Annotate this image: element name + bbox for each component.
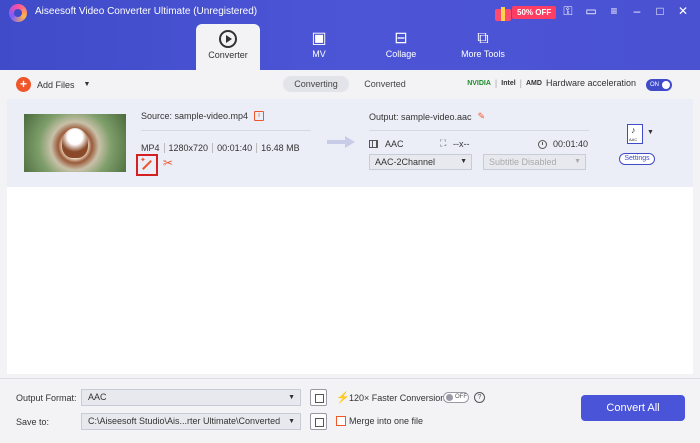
output-format-select[interactable]: AAC ▼ <box>81 389 301 406</box>
tab-more-tools[interactable]: ⧉ More Tools <box>442 24 524 70</box>
key-icon[interactable]: ⚿ <box>561 4 575 19</box>
main-nav: Converter ▣ MV ⊟ Collage ⧉ More Tools <box>196 24 524 70</box>
subtitle-value: Subtitle Disabled <box>489 157 557 167</box>
plus-icon: + <box>16 77 31 92</box>
toolbox-icon: ⧉ <box>477 30 489 47</box>
output-format-label: Output Format: <box>16 393 77 403</box>
tab-label: MV <box>312 49 326 59</box>
bottom-bar: Output Format: AAC ▼ ⚡ 120× Faster Conve… <box>0 378 700 443</box>
maximize-icon[interactable]: □ <box>653 4 667 19</box>
lightning-icon: ⚡ <box>336 392 350 404</box>
minimize-icon[interactable]: – <box>630 4 644 19</box>
faster-conversion-label: 120× Faster Conversion <box>349 393 446 403</box>
audio-track-value: AAC-2Channel <box>375 157 436 167</box>
add-files-label: Add Files <box>37 79 75 90</box>
output-format: AAC <box>385 139 404 149</box>
faster-conversion-toggle[interactable]: OFF <box>443 392 469 403</box>
scissors-icon[interactable]: ✂ <box>163 156 173 170</box>
source-format: MP4 <box>141 143 160 153</box>
collage-icon: ⊟ <box>394 30 408 47</box>
tab-collage[interactable]: ⊟ Collage <box>360 24 442 70</box>
save-to-select[interactable]: C:\Aiseesoft Studio\Ais...rter Ultimate\… <box>81 413 301 430</box>
source-size: 16.48 MB <box>256 143 304 153</box>
output-info: Output: sample-video.aac ✎ <box>369 111 485 122</box>
aac-file-icon[interactable] <box>627 124 643 144</box>
expand-icon: ⛶ <box>440 138 447 148</box>
tab-label: Converter <box>208 50 248 60</box>
app-logo <box>9 4 27 22</box>
file-list: Source: sample-video.mp4 i MP4 1280x720 … <box>7 99 693 374</box>
subtitle-select[interactable]: Subtitle Disabled ▼ <box>483 154 586 170</box>
tab-converting[interactable]: Converting <box>283 76 349 92</box>
chevron-down-icon[interactable]: ▼ <box>84 81 91 88</box>
source-resolution: 1280x720 <box>163 143 213 153</box>
merge-checkbox[interactable] <box>336 416 346 426</box>
tab-label: More Tools <box>461 49 505 59</box>
source-meta: MP4 1280x720 00:01:40 16.48 MB <box>141 143 304 153</box>
source-info: Source: sample-video.mp4 i <box>141 111 265 121</box>
title-bar: Aiseesoft Video Converter Ultimate (Unre… <box>0 0 700 70</box>
folder-icon[interactable] <box>310 413 327 430</box>
chevron-down-icon: ▼ <box>574 158 581 165</box>
output-format-value: AAC <box>88 392 107 402</box>
promo-banner[interactable]: 50% OFF <box>494 3 557 21</box>
settings-button[interactable]: Settings <box>619 153 655 165</box>
gift-icon <box>494 3 512 21</box>
output-filename: Output: sample-video.aac <box>369 111 472 122</box>
window-title: Aiseesoft Video Converter Ultimate (Unre… <box>35 6 258 17</box>
merge-label: Merge into one file <box>349 416 424 426</box>
hardware-acceleration: NVIDIA | Intel | AMD Hardware accelerati… <box>467 78 636 88</box>
video-thumbnail[interactable] <box>24 114 126 172</box>
save-to-label: Save to: <box>16 417 50 427</box>
list-item: Source: sample-video.mp4 i MP4 1280x720 … <box>7 99 693 187</box>
info-icon[interactable]: i <box>254 111 265 121</box>
chat-icon[interactable]: ▭ <box>584 4 598 19</box>
tab-label: Collage <box>385 49 417 59</box>
arrow-right-icon <box>327 136 357 148</box>
tv-icon: ▣ <box>311 30 327 47</box>
film-icon <box>369 140 378 148</box>
chevron-down-icon: ▼ <box>460 158 467 165</box>
intel-badge: Intel <box>501 79 516 87</box>
format-settings-icon[interactable] <box>310 389 327 406</box>
add-files-button[interactable]: + Add Files ▼ <box>16 77 90 92</box>
source-filename: Source: sample-video.mp4 <box>141 111 249 121</box>
close-icon[interactable]: ✕ <box>676 4 690 19</box>
menu-icon[interactable]: ≡ <box>607 4 621 19</box>
tab-mv[interactable]: ▣ MV <box>278 24 360 70</box>
window-controls: ⚿ ▭ ≡ – □ ✕ <box>561 4 690 19</box>
tab-converter[interactable]: Converter <box>196 24 260 70</box>
help-icon[interactable]: ? <box>474 392 485 403</box>
output-duration: 00:01:40 <box>553 139 589 149</box>
save-to-value: C:\Aiseesoft Studio\Ais...rter Ultimate\… <box>88 416 281 426</box>
status-segmented-control: Converting Converted <box>283 76 418 92</box>
divider <box>141 130 311 131</box>
discount-badge: 50% OFF <box>512 5 557 19</box>
hardware-acceleration-toggle[interactable]: ON <box>646 79 672 91</box>
edit-button[interactable] <box>136 154 158 176</box>
output-meta: AAC ⛶ --x-- 00:01:40 <box>369 138 589 151</box>
output-resolution: --x-- <box>453 139 470 149</box>
hw-label: Hardware acceleration <box>545 78 636 88</box>
chevron-down-icon[interactable]: ▼ <box>647 129 654 136</box>
source-duration: 00:01:40 <box>212 143 256 153</box>
nvidia-badge: NVIDIA <box>467 79 491 87</box>
toolbar: + Add Files ▼ Converting Converted NVIDI… <box>0 70 700 98</box>
pencil-icon[interactable]: ✎ <box>478 111 486 122</box>
chevron-down-icon: ▼ <box>288 394 295 401</box>
audio-track-select[interactable]: AAC-2Channel ▼ <box>369 154 472 170</box>
amd-badge: AMD <box>526 79 542 87</box>
clock-icon <box>538 140 547 149</box>
convert-all-button[interactable]: Convert All <box>581 395 685 421</box>
magic-wand-icon <box>140 156 153 171</box>
chevron-down-icon: ▼ <box>288 418 295 425</box>
converter-icon <box>219 30 237 48</box>
tab-converted[interactable]: Converted <box>352 76 418 92</box>
divider <box>369 130 589 131</box>
